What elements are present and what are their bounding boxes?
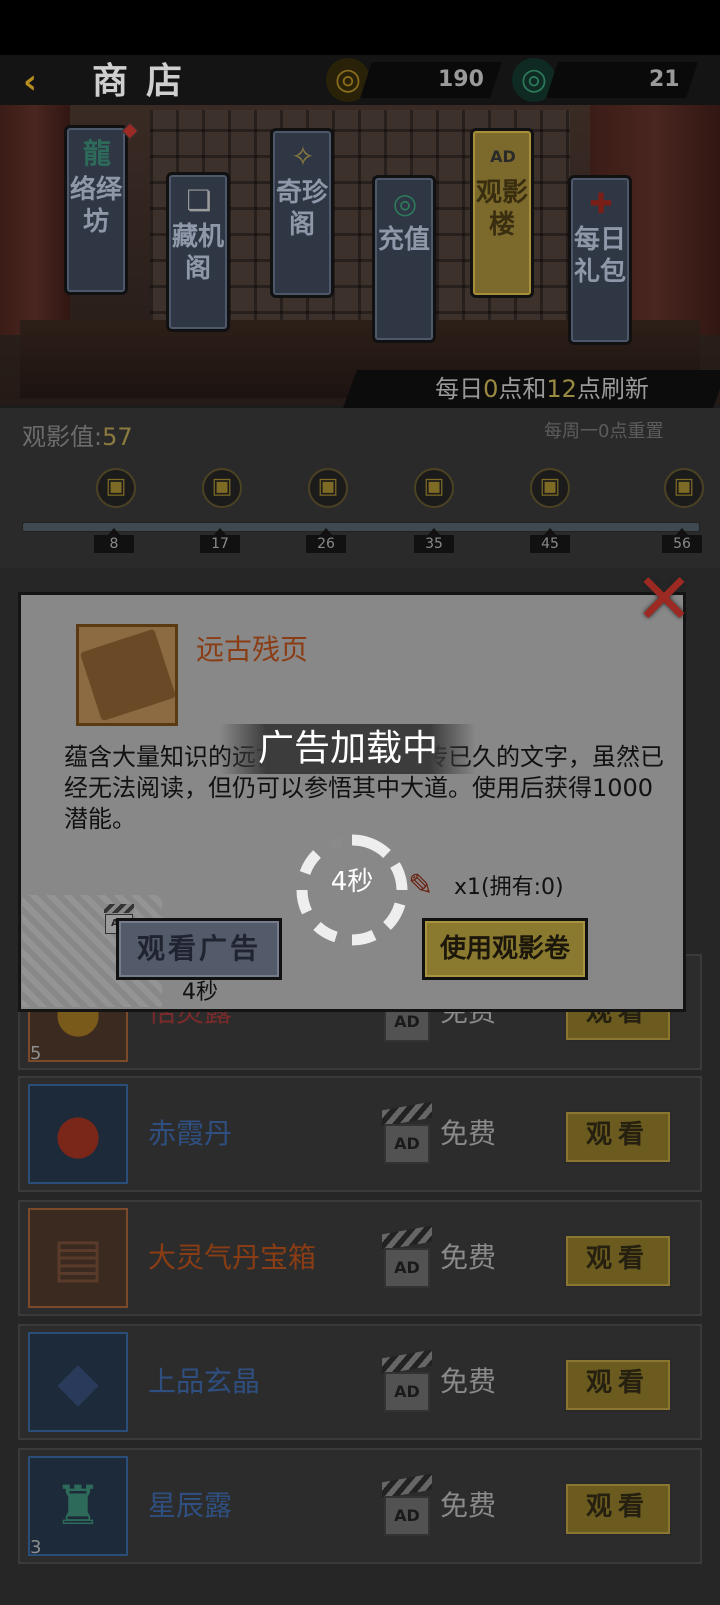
ad-clapper-icon: AD [490, 147, 516, 166]
tab-recharge[interactable]: ◎ 充值 [372, 175, 436, 343]
curtain-left [0, 105, 70, 335]
ad-badge-icon: AD [382, 1473, 432, 1536]
use-ticket-button[interactable]: 使用观影卷 [422, 918, 588, 980]
watch-button[interactable]: 观看 [564, 1358, 672, 1412]
reward-chest-icon[interactable]: ▣ [530, 468, 570, 508]
refresh-info: 每日0点和12点刷新 [435, 375, 649, 403]
ancient-page-scroll [79, 628, 177, 722]
milestone-label: 17 [200, 535, 240, 553]
milestone-pointer [428, 528, 440, 535]
reset-note: 每周一0点重置 [544, 421, 664, 442]
back-arrow-icon[interactable]: ‹ [10, 62, 50, 102]
milestone-pointer [108, 528, 120, 535]
item-name: 星辰露 [148, 1489, 233, 1522]
ad-badge-icon: AD [382, 1225, 432, 1288]
watch-button[interactable]: 观看 [564, 1110, 672, 1164]
page-title: 商店 [92, 61, 201, 102]
jade-currency-box: 21 [546, 62, 698, 98]
tab-label: 每日礼包 [573, 225, 626, 287]
status-bar [0, 0, 720, 55]
free-label: 免费 [440, 1489, 497, 1522]
item-name: 赤霞丹 [148, 1117, 233, 1150]
list-item: ● 赤霞丹 AD 免费 观看 [18, 1076, 702, 1192]
reward-chest-icon[interactable]: ▣ [308, 468, 348, 508]
jade-ring-icon: ◎ [392, 187, 418, 220]
list-item: ▤ 大灵气丹宝箱 AD 免费 观看 [18, 1200, 702, 1316]
tab-cangjige[interactable]: ❏ 藏机阁 [166, 172, 230, 332]
ad-loading-text: 广告加载中 [257, 728, 438, 769]
milestone-pointer [320, 528, 332, 535]
crystal-icon: ◆ [28, 1332, 128, 1432]
watch-ad-countdown: 4秒 [182, 980, 218, 1005]
gift-icon: ✚ [589, 187, 613, 220]
chest-icon: ▤ [28, 1208, 128, 1308]
gold-currency-value: 190 [438, 67, 484, 92]
list-item: ♜ 3 星辰露 AD 免费 观看 [18, 1448, 702, 1564]
list-item: ◆ 上品玄晶 AD 免费 观看 [18, 1324, 702, 1440]
tab-qizhenge[interactable]: ✧ 奇珍阁 [270, 128, 334, 298]
watch-button[interactable]: 观看 [564, 1234, 672, 1288]
free-label: 免费 [440, 1241, 497, 1274]
reward-chest-icon[interactable]: ▣ [202, 468, 242, 508]
milestone-label: 8 [94, 535, 134, 553]
tab-label: 奇珍阁 [275, 178, 328, 240]
tab-luoyifang[interactable]: 龍 络绎坊 [64, 125, 128, 295]
progress-track [22, 522, 700, 532]
treasure-icon: ✧ [291, 140, 315, 173]
tab-label: 观影楼 [475, 178, 528, 240]
free-label: 免费 [440, 1117, 497, 1150]
milestone-pointer [676, 528, 688, 535]
red-pill-icon: ● [28, 1084, 128, 1184]
milestone-label: 35 [414, 535, 454, 553]
ancient-page-icon [76, 624, 178, 726]
milestone-label: 56 [662, 535, 702, 553]
ad-badge-icon: AD [382, 1101, 432, 1164]
reward-chest-icon[interactable]: ▣ [414, 468, 454, 508]
scroll-icon: ❏ [186, 184, 212, 217]
watch-value: 观影值:57 [22, 423, 133, 451]
milestone-label: 45 [530, 535, 570, 553]
item-count: 3 [30, 1537, 42, 1558]
item-name: 大灵气丹宝箱 [148, 1241, 317, 1274]
bronze-vessel-icon: ♜ [28, 1456, 128, 1556]
tab-label: 藏机阁 [171, 222, 224, 284]
free-label: 免费 [440, 1365, 497, 1398]
milestone-pointer [544, 528, 556, 535]
jade-dragon-icon: 龍 [82, 137, 111, 170]
close-x-icon[interactable]: ✕ [632, 564, 696, 634]
ad-badge-icon: AD [382, 1349, 432, 1412]
reward-chest-icon[interactable]: ▣ [664, 468, 704, 508]
item-count: 5 [30, 1043, 42, 1064]
milestone-label: 26 [306, 535, 346, 553]
jade-currency-value: 21 [649, 67, 680, 92]
tab-daily-gift[interactable]: ✚ 每日礼包 [568, 175, 632, 345]
gold-currency-box: 190 [360, 62, 502, 98]
watch-button[interactable]: 观看 [564, 1482, 672, 1536]
modal-item-name: 远古残页 [196, 633, 309, 666]
milestone-pointer [214, 528, 226, 535]
item-name: 上品玄晶 [148, 1365, 261, 1398]
tab-label: 络绎坊 [69, 175, 122, 237]
spinner-countdown: 4秒 [330, 867, 374, 897]
watch-ad-button[interactable]: 观看广告 [116, 918, 282, 980]
tab-label: 充值 [377, 225, 430, 255]
tab-guanyinglou[interactable]: AD 观影楼 [470, 128, 534, 298]
movie-ticket-icon: ✎ [408, 868, 434, 903]
reward-chest-icon[interactable]: ▣ [96, 468, 136, 508]
ticket-count: x1(拥有:0) [454, 875, 564, 900]
